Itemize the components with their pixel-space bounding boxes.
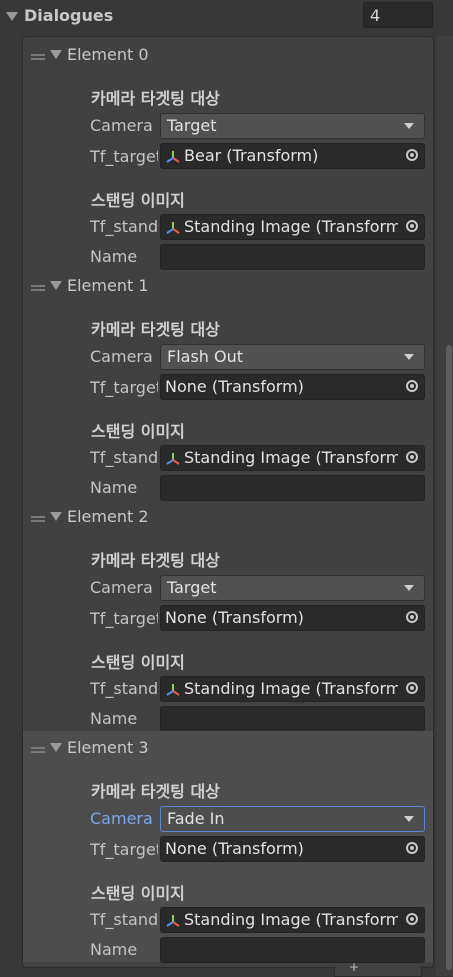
tf-standing-value: Standing Image (Transform) — [184, 910, 398, 929]
transform-gizmo-icon — [166, 453, 180, 465]
tf-standing-value: Standing Image (Transform) — [184, 679, 398, 698]
plus-icon[interactable]: + — [349, 960, 359, 974]
foldout-arrow-icon[interactable] — [50, 281, 62, 290]
section-camera-title: 카메라 타겟팅 대상 — [91, 320, 220, 339]
tf-standing-field[interactable]: Standing Image (Transform) — [160, 214, 425, 240]
array-size-field[interactable]: 4 — [363, 2, 433, 28]
tf-standing-field[interactable]: Standing Image (Transform) — [160, 907, 425, 933]
transform-gizmo-icon — [166, 222, 180, 234]
tf-target-label: Tf_target — [90, 609, 158, 628]
camera-dropdown-value: Target — [167, 578, 217, 597]
section-camera-title: 카메라 타겟팅 대상 — [91, 551, 220, 570]
camera-dropdown-value: Target — [167, 116, 217, 135]
object-picker-icon[interactable] — [406, 611, 418, 623]
tf-standing-label: Tf_standing — [90, 448, 158, 467]
camera-dropdown[interactable]: Flash Out — [160, 344, 425, 370]
object-picker-icon[interactable] — [406, 380, 418, 392]
name-field[interactable] — [160, 937, 425, 963]
section-standing-title: 스탠딩 이미지 — [91, 884, 185, 903]
tf-target-value: Bear (Transform) — [184, 146, 319, 165]
list-element-0: Element 0 카메라 타겟팅 대상 Camera Target Tf_ta… — [23, 38, 433, 270]
camera-dropdown[interactable]: Fade In — [160, 806, 425, 832]
section-camera-title: 카메라 타겟팅 대상 — [91, 782, 220, 801]
tf-standing-value: Standing Image (Transform) — [184, 217, 398, 236]
object-picker-icon[interactable] — [406, 220, 418, 232]
tf-target-label: Tf_target — [90, 378, 158, 397]
list-element-3: Element 3 카메라 타겟팅 대상 Camera Fade In Tf_t… — [23, 731, 433, 963]
section-camera-title: 카메라 타겟팅 대상 — [91, 89, 220, 108]
camera-dropdown[interactable]: Target — [160, 575, 425, 601]
camera-dropdown-value: Fade In — [167, 809, 225, 828]
tf-standing-label: Tf_standing — [90, 679, 158, 698]
name-field[interactable] — [160, 475, 425, 501]
list-footer: + — [334, 960, 422, 977]
tf-target-value: None (Transform) — [165, 839, 304, 858]
transform-gizmo-icon — [166, 684, 180, 696]
name-label: Name — [90, 478, 138, 497]
dialogues-title: Dialogues — [24, 6, 114, 25]
object-picker-icon[interactable] — [406, 682, 418, 694]
tf-target-value: None (Transform) — [165, 608, 304, 627]
tf-standing-value: Standing Image (Transform) — [184, 448, 398, 467]
camera-label: Camera — [90, 578, 153, 597]
camera-dropdown[interactable]: Target — [160, 113, 425, 139]
camera-label: Camera — [90, 809, 153, 828]
transform-gizmo-icon — [166, 151, 180, 163]
tf-target-label: Tf_target — [90, 840, 158, 859]
chevron-down-icon — [404, 816, 414, 822]
tf-standing-label: Tf_standing — [90, 217, 158, 236]
scrollbar-thumb[interactable] — [446, 345, 452, 970]
element-title[interactable]: Element 1 — [67, 276, 149, 295]
section-standing-title: 스탠딩 이미지 — [91, 422, 185, 441]
element-title[interactable]: Element 2 — [67, 507, 149, 526]
camera-label: Camera — [90, 347, 153, 366]
name-label: Name — [90, 940, 138, 959]
camera-label: Camera — [90, 116, 153, 135]
tf-target-field[interactable]: None (Transform) — [160, 374, 425, 400]
list-element-2: Element 2 카메라 타겟팅 대상 Camera Target Tf_ta… — [23, 500, 433, 732]
drag-handle-icon[interactable] — [31, 516, 45, 518]
dialogues-header[interactable]: Dialogues 4 — [0, 0, 453, 34]
foldout-arrow-icon[interactable] — [6, 12, 18, 21]
list-element-1: Element 1 카메라 타겟팅 대상 Camera Flash Out Tf… — [23, 269, 433, 501]
tf-standing-field[interactable]: Standing Image (Transform) — [160, 676, 425, 702]
element-title[interactable]: Element 0 — [67, 45, 149, 64]
foldout-arrow-icon[interactable] — [50, 512, 62, 521]
tf-standing-field[interactable]: Standing Image (Transform) — [160, 445, 425, 471]
object-picker-icon[interactable] — [406, 842, 418, 854]
name-field[interactable] — [160, 244, 425, 270]
object-picker-icon[interactable] — [406, 913, 418, 925]
name-label: Name — [90, 247, 138, 266]
element-title[interactable]: Element 3 — [67, 738, 149, 757]
chevron-down-icon — [404, 585, 414, 591]
object-picker-icon[interactable] — [406, 149, 418, 161]
section-standing-title: 스탠딩 이미지 — [91, 191, 185, 210]
tf-target-field[interactable]: None (Transform) — [160, 836, 425, 862]
tf-target-field[interactable]: None (Transform) — [160, 605, 425, 631]
chevron-down-icon — [404, 354, 414, 360]
tf-target-label: Tf_target — [90, 147, 158, 166]
camera-dropdown-value: Flash Out — [167, 347, 244, 366]
tf-target-value: None (Transform) — [165, 377, 304, 396]
object-picker-icon[interactable] — [406, 451, 418, 463]
tf-standing-label: Tf_standing — [90, 910, 158, 929]
drag-handle-icon[interactable] — [31, 747, 45, 749]
transform-gizmo-icon — [166, 915, 180, 927]
chevron-down-icon — [404, 123, 414, 129]
foldout-arrow-icon[interactable] — [50, 50, 62, 59]
tf-target-field[interactable]: Bear (Transform) — [160, 143, 425, 169]
name-field[interactable] — [160, 706, 425, 732]
section-standing-title: 스탠딩 이미지 — [91, 653, 185, 672]
drag-handle-icon[interactable] — [31, 54, 45, 56]
foldout-arrow-icon[interactable] — [50, 743, 62, 752]
drag-handle-icon[interactable] — [31, 285, 45, 287]
name-label: Name — [90, 709, 138, 728]
